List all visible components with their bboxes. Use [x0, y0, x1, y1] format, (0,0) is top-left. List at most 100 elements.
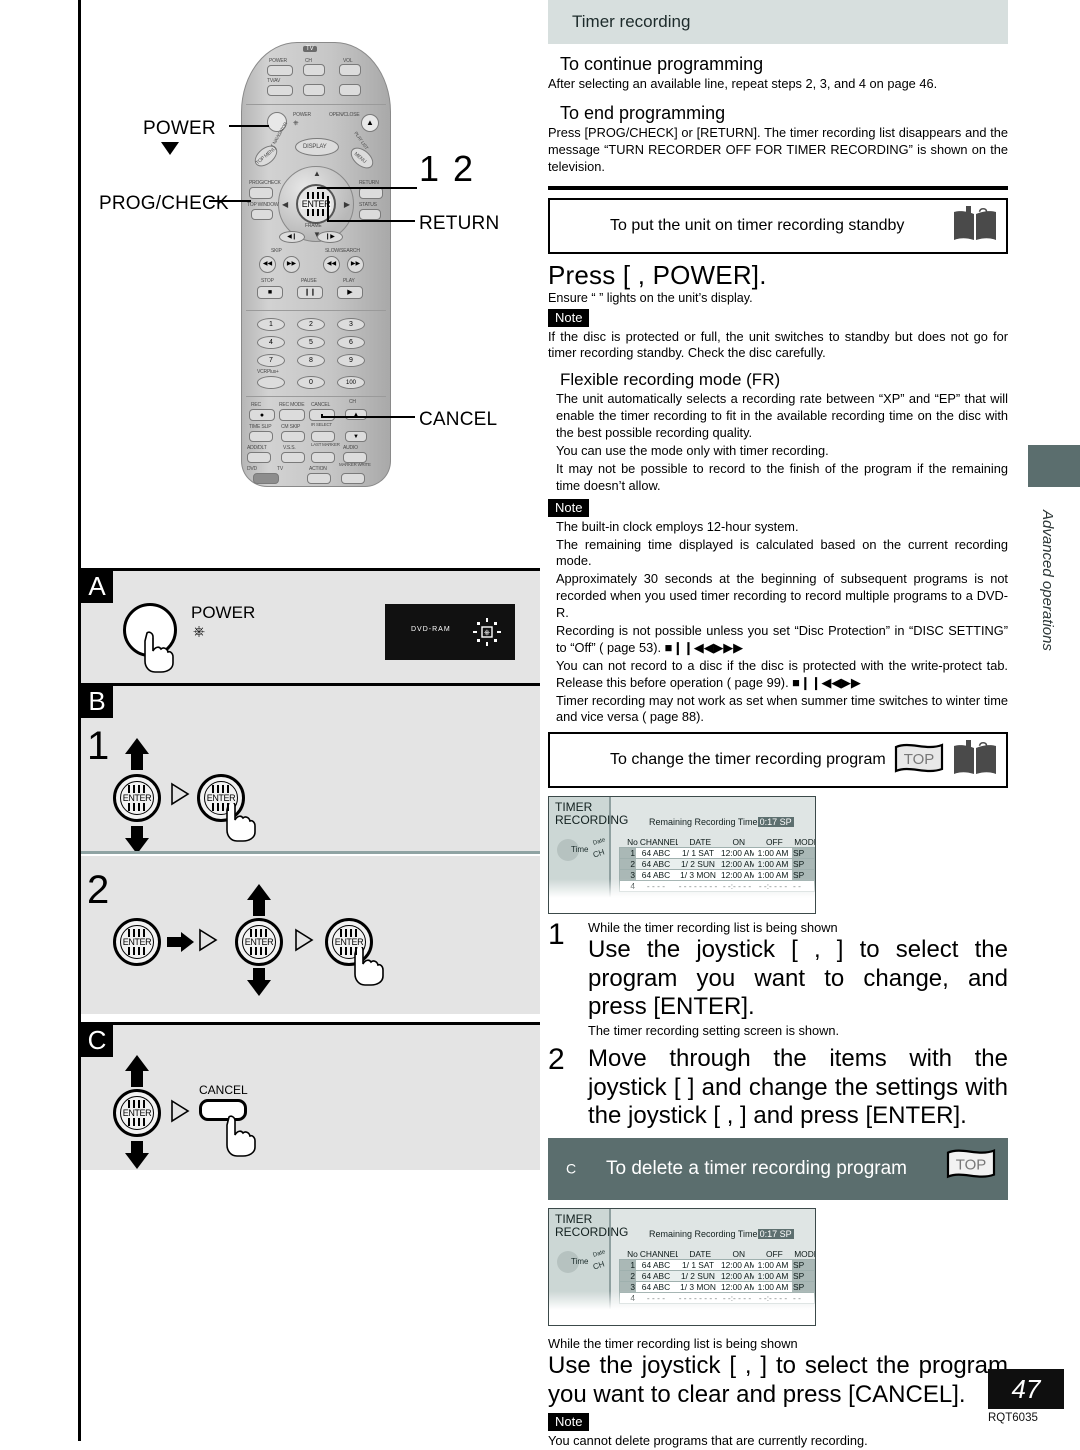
remote-key-vss	[281, 452, 305, 463]
remote-label-tv-switch: TV	[277, 466, 283, 472]
remote-label-vcr-plus: VCRPlus+	[257, 369, 279, 375]
tv-remaining-label-1: Remaining Recording Time	[649, 817, 758, 828]
svg-text:⎈: ⎈	[484, 628, 491, 637]
joystick-enter-button-b2b[interactable]: ENTER	[235, 918, 283, 966]
panel-b-mid-rule	[81, 851, 540, 854]
remote-label-display: DISPLAY	[303, 144, 327, 150]
joystick-enter-button-b2a[interactable]: ENTER	[113, 918, 161, 966]
press-power-instruction: Press [ , POWER].	[548, 259, 767, 290]
unit-display-panel: DVD-RAM ⎈	[385, 604, 515, 660]
remote-label-cm-skip: CM SKIP	[281, 424, 301, 430]
side-section-label: Advanced operations	[1039, 510, 1056, 651]
flexible-mode-p1: The unit automatically selects a recordi…	[556, 391, 1008, 441]
remote-key-tv-power	[267, 65, 293, 76]
flexible-mode-p3: It may not be possible to record to the …	[556, 460, 1008, 493]
svg-text:TOP: TOP	[904, 751, 935, 768]
remote-key-search-back: ◀◀	[323, 256, 340, 273]
tv-table-row-2[interactable]: 2 64 ABC 1/ 2 SUN 12:00 AM 1:00 AM SP	[619, 1270, 815, 1282]
callout-power-label: POWER	[143, 118, 216, 139]
enter-label-c: ENTER	[121, 1108, 153, 1118]
remote-label-status: STATUS	[359, 202, 377, 208]
remote-key-9: 9	[337, 354, 365, 367]
remote-label-last-marker: LAST MARKER	[311, 442, 340, 447]
tv-remaining-row-2: Remaining Recording Time 0:17 SP	[649, 1229, 794, 1240]
ensure-lights-text: Ensure “ ” lights on the unit’s display.	[548, 290, 753, 305]
tv-knob-label-time-2: Time	[571, 1257, 589, 1267]
remote-key-ch-down	[303, 84, 325, 96]
arrow-down-icon-b2	[247, 980, 271, 996]
delete-step-lead: While the timer recording list is being …	[548, 1336, 798, 1352]
joystick-up-icon: ▲	[313, 169, 321, 178]
arrow-down-icon-c	[125, 1153, 149, 1169]
callout-return-label: RETURN	[419, 213, 500, 234]
hand-pointer-icon	[144, 631, 174, 673]
remote-key-ir-select	[311, 431, 335, 442]
remote-key-action	[307, 473, 331, 484]
remote-label-power: POWER	[293, 112, 311, 118]
panel-c-cancel-label: CANCEL	[199, 1083, 248, 1097]
remote-key-vcr-plus	[257, 376, 285, 389]
tv-table-row-2[interactable]: 1 64 ABC 1/ 1 SAT 12:00 AM 1:00 AM SP	[619, 1259, 815, 1271]
delete-program-header-bar: C To delete a timer recording program TO…	[548, 1138, 1008, 1201]
panel-a-badge: A	[81, 571, 113, 603]
tv-fade-overlay-2	[549, 1291, 815, 1326]
arrow-up-icon	[125, 738, 149, 754]
joystick-right-icon: ▶	[343, 200, 350, 209]
tv-table-row-1[interactable]: 1 64 ABC 1/ 1 SAT 12:00 AM 1:00 AM SP	[619, 847, 815, 859]
tv-title-1: TIMER RECORDING	[555, 800, 629, 827]
remote-key-8: 8	[297, 354, 325, 367]
heading-flexible-mode: Flexible recording mode (FR)	[560, 370, 781, 390]
callout-return-line-vert	[327, 196, 329, 222]
remote-key-ch-down-2: ▼	[345, 431, 367, 442]
svg-text:TOP: TOP	[956, 1157, 987, 1174]
note2-item-6: Timer recording may not work as set when…	[556, 692, 1008, 725]
callout-enter-line	[317, 187, 417, 189]
tv-screen-timer-list-2: TIMER RECORDING Time Date CH Remaining Re…	[548, 1208, 816, 1327]
tv-screen-timer-list-1: TIMER RECORDING Time Date CH Remaining Re…	[548, 796, 816, 915]
remote-label-dvd: DVD	[247, 466, 257, 472]
tv-remaining-label-2: Remaining Recording Time	[649, 1229, 758, 1240]
then-triangle-icon-b2a	[199, 928, 218, 952]
manual-page: TV POWER CH VOL TV/AV POWER ⎈ OPEN/CLOSE…	[0, 0, 1080, 1448]
tv-table-row-1[interactable]: 2 64 ABC 1/ 2 SUN 12:00 AM 1:00 AM SP	[619, 858, 815, 870]
change-program-callout-box: To change the timer recording program TO…	[548, 732, 1008, 789]
remote-key-rec: ●	[249, 409, 275, 421]
tv-table-header-2: No CHANNEL DATE ON OFF MODE	[627, 1249, 815, 1260]
timer-indicator-icon: ⎈	[473, 618, 501, 646]
remote-label-skip: SKIP	[271, 248, 282, 254]
enter-label-b2b: ENTER	[243, 937, 275, 947]
then-triangle-icon-b2b	[295, 928, 314, 952]
panel-c: C ENTER CANCEL	[81, 1025, 540, 1170]
remote-label-time-slip: TIME SLIP	[249, 424, 272, 430]
doc-code: RQT6035	[988, 1412, 1038, 1424]
remote-key-7: 7	[257, 354, 285, 367]
remote-label-ch: CH	[349, 399, 356, 405]
note2-item-1: The built-in clock employs 12-hour syste…	[556, 518, 799, 534]
tv-remaining-row-1: Remaining Recording Time 0:17 SP	[649, 817, 794, 828]
remote-key-0: 0	[297, 376, 325, 389]
callout-power-arrow-icon	[161, 142, 179, 155]
joystick-enter-button-b1[interactable]: ENTER	[113, 774, 161, 822]
display-dvd-ram-label: DVD-RAM	[411, 626, 451, 633]
joystick-enter-button-c[interactable]: ENTER	[113, 1089, 161, 1137]
change-box-title: To change the timer recording program	[610, 751, 886, 769]
remote-key-frame-forward: ❙▶	[317, 231, 343, 243]
tv-remaining-value-1: 0:17 SP	[757, 817, 794, 828]
book-question-icon: ?	[954, 205, 996, 240]
remote-key-frame-back: ◀❙	[279, 231, 305, 243]
text-end-programming: Press [PROG/CHECK] or [RETURN]. The time…	[548, 124, 1008, 174]
panel-b-step-number-1: 1	[87, 724, 110, 768]
remote-key-2: 2	[297, 318, 325, 331]
svg-text:?: ?	[978, 206, 988, 225]
remote-label-action: ACTION	[309, 466, 327, 472]
flexible-mode-p2: You can use the mode only with timer rec…	[556, 443, 829, 459]
remote-key-cm-skip	[281, 431, 305, 442]
tv-title-2: TIMER RECORDING	[555, 1212, 629, 1239]
remote-key-vol-up	[339, 64, 361, 76]
arrow-right-icon-b2	[167, 932, 194, 952]
remote-key-6: 6	[337, 336, 365, 349]
remote-label-rec-mode: REC MODE	[279, 402, 305, 408]
enter-label-b2a: ENTER	[121, 937, 153, 947]
remote-key-last-marker	[311, 452, 335, 463]
right-text-column: Timer recording To continue programming …	[548, 0, 1008, 1450]
